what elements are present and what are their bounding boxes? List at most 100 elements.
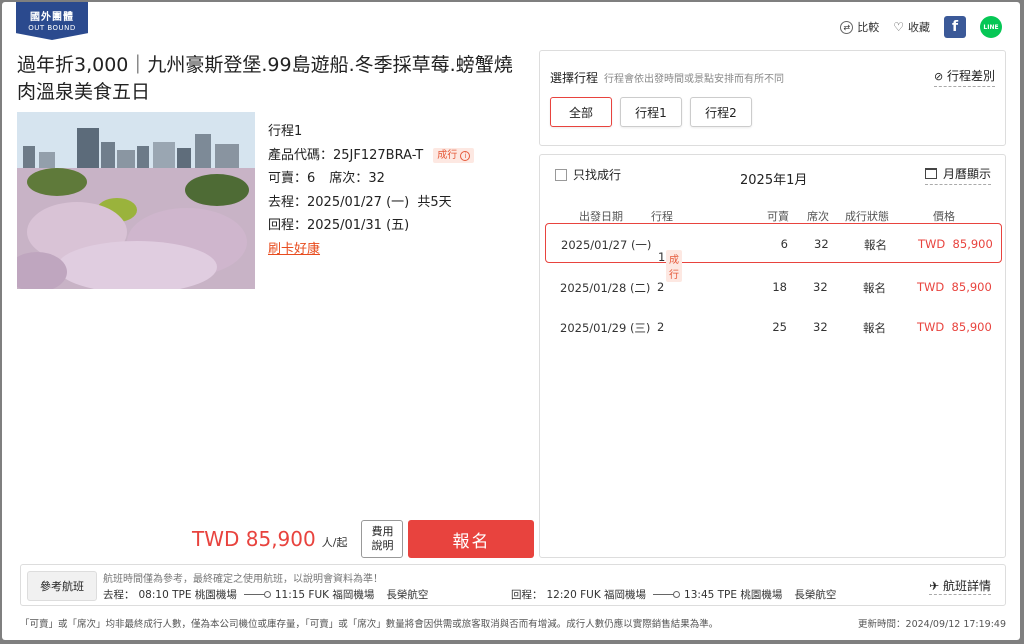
flight-connector-icon <box>241 591 271 598</box>
line-share-icon[interactable]: LINE <box>980 16 1002 38</box>
info-icon: i <box>460 150 471 161</box>
out-departure: 08:10 TPE 桃園機場 <box>138 589 237 601</box>
product-code: 25JF127BRA-T <box>333 147 424 163</box>
row-seats: 32 <box>813 320 828 334</box>
return-date: 2025/01/31 (五) <box>307 218 410 233</box>
calendar-icon <box>924 168 937 179</box>
return-flight: 回程： 12:20 FUK 福岡機場 13:45 TPE 桃園機場 長榮航空 <box>511 587 836 602</box>
fee-info-button[interactable]: 費用 說明 <box>361 520 404 558</box>
row-trip-number: 1 <box>658 250 666 264</box>
trip-tabs: 全部 行程1 行程2 <box>550 97 752 127</box>
row-status: 報名 <box>864 238 887 252</box>
departure-panel: 只找成行 2025年1月 月曆顯示 出發日期 行程 可賣 席次 成行狀態 價格 … <box>539 154 1006 558</box>
reference-flight-button[interactable]: 參考航班 <box>27 571 97 601</box>
row-date: 2025/01/27 (一) <box>561 238 652 252</box>
compare-button[interactable]: ⇄ 比較 <box>840 19 879 35</box>
availability-row: 可賣：6 席次：32 <box>268 167 474 191</box>
confirmed-tag[interactable]: 成行 i <box>433 147 475 163</box>
row-trip: 2 <box>657 280 665 294</box>
calendar-view-label: 月曆顯示 <box>942 167 991 181</box>
compare-label: 比較 <box>857 21 880 34</box>
row-price: TWD 85,900 <box>917 280 992 294</box>
book-button[interactable]: 報名 <box>408 520 535 558</box>
code-label: 產品代碼： <box>268 147 334 163</box>
footer-note: 「可賣」或「席次」均非最終成行人數，僅為本公司機位或庫存量，「可賣」或「席次」數… <box>20 619 719 630</box>
card-promo-link[interactable]: 刷卡好康 <box>268 242 320 257</box>
product-page: 國外團體 OUT BOUND ⇄ 比較 ♡ 收藏 f LINE 過年折3,000… <box>2 2 1020 640</box>
row-avail: 25 <box>772 320 787 334</box>
row-avail: 6 <box>780 237 788 251</box>
header-status: 成行狀態 <box>845 210 889 223</box>
header-trip: 行程 <box>651 210 673 223</box>
out-arrival: 11:15 FUK 福岡機場 <box>274 589 375 601</box>
tab-trip-1[interactable]: 行程1 <box>620 97 682 127</box>
out-airline: 長榮航空 <box>386 589 429 601</box>
header-date: 出發日期 <box>579 210 623 223</box>
calendar-view-toggle[interactable]: 月曆顯示 <box>924 165 991 185</box>
table-row[interactable]: 2025/01/28 (二) 2 18 32 報名 TWD 85,900 <box>545 267 1002 307</box>
table-row[interactable]: 2025/01/27 (一) 1 成行 6 32 報名 TWD 85,900 <box>545 223 1002 282</box>
checkbox-box <box>555 168 567 181</box>
seats-value: 32 <box>368 171 385 186</box>
return-row: 回程：2025/01/31 (五) <box>268 214 474 238</box>
seats-label: 席次： <box>329 171 369 186</box>
check-circle-icon: ⊘ <box>933 70 944 83</box>
flight-note: 航班時間僅為參考，最終確定之使用航班，以說明會資料為準！ <box>103 574 383 585</box>
flight-bar: 參考航班 航班時間僅為參考，最終確定之使用航班，以說明會資料為準！ 去程： 08… <box>20 564 1006 606</box>
flight-connector-icon <box>650 591 681 598</box>
out-label: 去程： <box>103 589 135 601</box>
airplane-icon: ✈ <box>929 579 940 593</box>
avail-label: 可賣： <box>268 171 308 186</box>
trip-select-label: 選擇行程 <box>550 71 599 85</box>
ret-airline: 長榮航空 <box>794 589 837 601</box>
trip-name: 行程1 <box>268 124 303 139</box>
tab-all[interactable]: 全部 <box>550 97 612 127</box>
row-seats: 32 <box>813 280 828 294</box>
badge-line2: OUT BOUND <box>28 24 76 32</box>
depart-label: 去程： <box>268 194 308 210</box>
only-confirmed-checkbox[interactable]: 只找成行 <box>555 166 621 183</box>
row-status: 報名 <box>863 281 886 295</box>
trip-diff-link[interactable]: ⊘ 行程差別 <box>933 67 995 87</box>
header-price: 價格 <box>933 210 955 223</box>
ret-label: 回程： <box>511 589 543 601</box>
header-avail: 可賣 <box>767 210 789 223</box>
per-person-label: 人/起 <box>321 536 348 549</box>
flight-details-link[interactable]: ✈ 航班詳情 <box>929 577 991 595</box>
fee-line2: 說明 <box>371 539 394 552</box>
updated-time: 更新時間：2024/09/12 17:19:49 <box>858 619 1006 630</box>
row-date: 2025/01/29 (三) <box>560 321 651 335</box>
facebook-share-icon[interactable]: f <box>944 16 966 38</box>
table-header: 出發日期 行程 可賣 席次 成行狀態 價格 <box>545 208 1002 224</box>
return-label: 回程： <box>268 218 308 233</box>
trip-select-note: 行程會依出發時間或景點安排而有所不同 <box>604 74 785 85</box>
trip-select-header: 選擇行程 行程會依出發時間或景點安排而有所不同 <box>550 69 784 86</box>
ret-arrival: 13:45 TPE 桃園機場 <box>684 589 783 601</box>
depart-date: 2025/01/27 (一) <box>307 194 410 210</box>
cherry-blossom-city-image <box>17 112 255 289</box>
badge-line1: 國外團體 <box>30 12 74 23</box>
row-price: TWD 85,900 <box>918 237 993 251</box>
flight-details-label: 航班詳情 <box>942 579 991 593</box>
heart-icon: ♡ <box>893 20 904 34</box>
product-title: 過年折3,000｜九州豪斯登堡.99島遊船.冬季採草莓.螃蟹燒肉溫泉美食五日 <box>17 54 513 103</box>
depart-row: 去程：2025/01/27 (一) 共5天 <box>268 191 474 215</box>
purchase-bar: TWD 85,900 人/起 費用 說明 報名 <box>192 520 535 558</box>
confirmed-tag-label: 成行 <box>437 149 458 161</box>
row-status: 報名 <box>863 321 886 335</box>
compare-icon: ⇄ <box>840 20 854 34</box>
table-row[interactable]: 2025/01/29 (三) 2 25 32 報名 TWD 85,900 <box>545 307 1002 347</box>
month-title: 2025年1月 <box>740 173 808 188</box>
product-code-row: 產品代碼：25JF127BRA-T 成行 i <box>268 144 475 168</box>
trip-select-panel: 選擇行程 行程會依出發時間或景點安排而有所不同 ⊘ 行程差別 全部 行程1 行程2 <box>539 50 1006 146</box>
product-photo <box>17 112 255 289</box>
trip-days: 共5天 <box>417 194 452 210</box>
row-seats: 32 <box>814 237 829 251</box>
trip-diff-label: 行程差別 <box>946 69 995 83</box>
ret-departure: 12:20 FUK 福岡機場 <box>546 589 647 601</box>
product-info: 行程1 產品代碼：25JF127BRA-T 成行 i 可賣：6 席次：32 去程：2… <box>268 120 475 261</box>
header-seats: 席次 <box>807 210 829 223</box>
favorite-button[interactable]: ♡ 收藏 <box>893 19 930 35</box>
fee-line1: 費用 <box>371 525 394 538</box>
tab-trip-2[interactable]: 行程2 <box>690 97 752 127</box>
